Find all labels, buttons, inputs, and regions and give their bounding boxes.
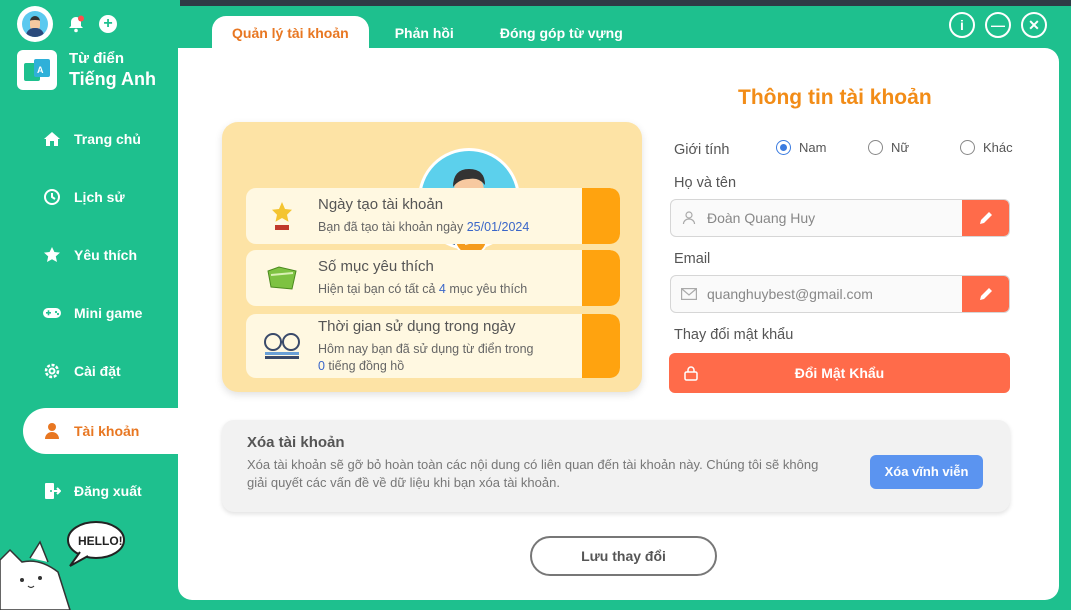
stat-value: 25/01/2024 [466,220,530,234]
stat-description: Hôm nay bạn đã sử dụng từ điển trong 0 ti… [318,341,534,373]
stat-value: 0 [318,358,325,373]
svg-text:A: A [37,65,44,75]
sidebar-item-home[interactable]: Trang chủ [0,110,180,168]
change-password-button[interactable]: Đổi Mật Khẩu [669,353,1010,393]
fullname-value: Đoàn Quang Huy [707,210,816,226]
sidebar-nav: Trang chủ Lịch sử Yêu thích Mini game Cà… [0,110,180,520]
gamepad-icon [42,303,62,323]
stat-accent-bar [582,314,620,378]
save-changes-button[interactable]: Lưu thay đổi [530,536,717,576]
glasses-book-icon [246,330,318,362]
edit-email-pencil-icon[interactable] [962,276,1009,312]
stat-usage-time: Thời gian sử dụng trong ngày Hôm nay bạn… [246,314,620,378]
fullname-label: Họ và tên [674,175,737,191]
email-value: quanghuybest@gmail.com [707,286,873,302]
main-panel: Ngày tạo tài khoản Bạn đã tạo tài khoản … [178,48,1059,600]
app-title-line2: Tiếng Anh [69,69,156,89]
gender-option-female[interactable]: Nữ [868,140,960,155]
sidebar: + A Từ điển Tiếng Anh Trang chủ Lịch sử … [0,0,180,610]
logout-icon [42,481,62,501]
delete-account-card: Xóa tài khoản Xóa tài khoản sẽ gỡ bỏ hoà… [222,420,1010,512]
notification-bell-icon[interactable] [67,15,85,33]
tab-feedback[interactable]: Phản hồi [375,16,474,48]
os-taskbar-strip [180,0,1071,6]
envelope-icon [671,288,707,300]
stat-value: 4 [438,282,446,296]
user-icon [42,421,62,441]
info-icon[interactable]: i [949,12,975,38]
radio-button[interactable] [868,140,883,155]
account-stats-card: Ngày tạo tài khoản Bạn đã tạo tài khoản … [222,122,642,392]
star-icon [42,245,62,265]
fullname-field[interactable]: Đoàn Quang Huy [670,199,1010,237]
sidebar-item-settings[interactable]: Cài đặt [0,342,180,400]
mascot-speech-text: HELLO! [78,534,123,548]
sidebar-item-label: Trang chủ [74,131,141,147]
sidebar-item-logout[interactable]: Đăng xuất [0,462,180,520]
stat-title: Ngày tạo tài khoản [318,196,444,213]
gender-radio-group: Nam Nữ Khác [776,140,1052,155]
gender-label: Giới tính [674,142,730,158]
user-avatar[interactable] [17,6,53,42]
stat-description: Hiện tại bạn có tất cả 4 mục yêu thích [318,282,528,296]
stat-description: Bạn đã tạo tài khoản ngày 25/01/2024 [318,220,530,234]
tab-account-management[interactable]: Quản lý tài khoản [212,16,369,48]
edit-name-pencil-icon[interactable] [962,200,1009,236]
radio-button[interactable] [960,140,975,155]
sidebar-item-label: Mini game [74,305,143,321]
stat-accent-bar [582,188,620,244]
sidebar-item-label: Đăng xuất [74,483,142,499]
folder-icon [246,263,318,293]
stat-title: Số mục yêu thích [318,258,434,275]
history-icon [42,187,62,207]
stat-accent-bar [582,250,620,306]
delete-permanently-button[interactable]: Xóa vĩnh viễn [870,455,983,489]
trophy-icon [246,199,318,233]
gear-icon [42,361,62,381]
tab-contribute-vocabulary[interactable]: Đóng góp từ vựng [480,16,643,48]
gender-option-male[interactable]: Nam [776,140,868,155]
lock-icon [669,365,713,381]
email-field[interactable]: quanghuybest@gmail.com [670,275,1010,313]
sidebar-top-icons: + [17,6,117,42]
sidebar-item-label: Yêu thích [74,247,138,263]
email-label: Email [674,251,711,267]
home-icon [42,129,62,149]
minimize-icon[interactable]: — [985,12,1011,38]
mascot-cat: HELLO! [0,520,140,610]
gender-option-other[interactable]: Khác [960,140,1052,155]
window-controls: i — ✕ [949,12,1047,38]
sidebar-item-history[interactable]: Lịch sử [0,168,180,226]
stat-title: Thời gian sử dụng trong ngày [318,317,516,335]
sidebar-item-favorites[interactable]: Yêu thích [0,226,180,284]
delete-account-description: Xóa tài khoản sẽ gỡ bỏ hoàn toàn các nội… [247,457,819,490]
stat-account-created: Ngày tạo tài khoản Bạn đã tạo tài khoản … [246,188,620,244]
stat-favorites-count: Số mục yêu thích Hiện tại bạn có tất cả … [246,250,620,306]
sidebar-item-account[interactable]: Tài khoản [23,408,180,454]
logo-icon: A [17,50,57,90]
sidebar-item-label: Lịch sử [74,189,125,205]
profile-title: Thông tin tài khoản [738,86,932,109]
user-outline-icon [671,211,707,225]
add-icon[interactable]: + [99,15,117,33]
top-tabs: Quản lý tài khoản Phản hồi Đóng góp từ v… [212,16,649,48]
sidebar-item-label: Cài đặt [74,363,121,379]
sidebar-item-minigame[interactable]: Mini game [0,284,180,342]
password-label: Thay đổi mật khẩu [674,327,794,343]
close-icon[interactable]: ✕ [1021,12,1047,38]
radio-button[interactable] [776,140,791,155]
sidebar-item-label: Tài khoản [74,423,140,439]
app-logo: A Từ điển Tiếng Anh [17,50,156,90]
delete-account-title: Xóa tài khoản [247,434,345,451]
app-title-line1: Từ điển [69,50,125,67]
